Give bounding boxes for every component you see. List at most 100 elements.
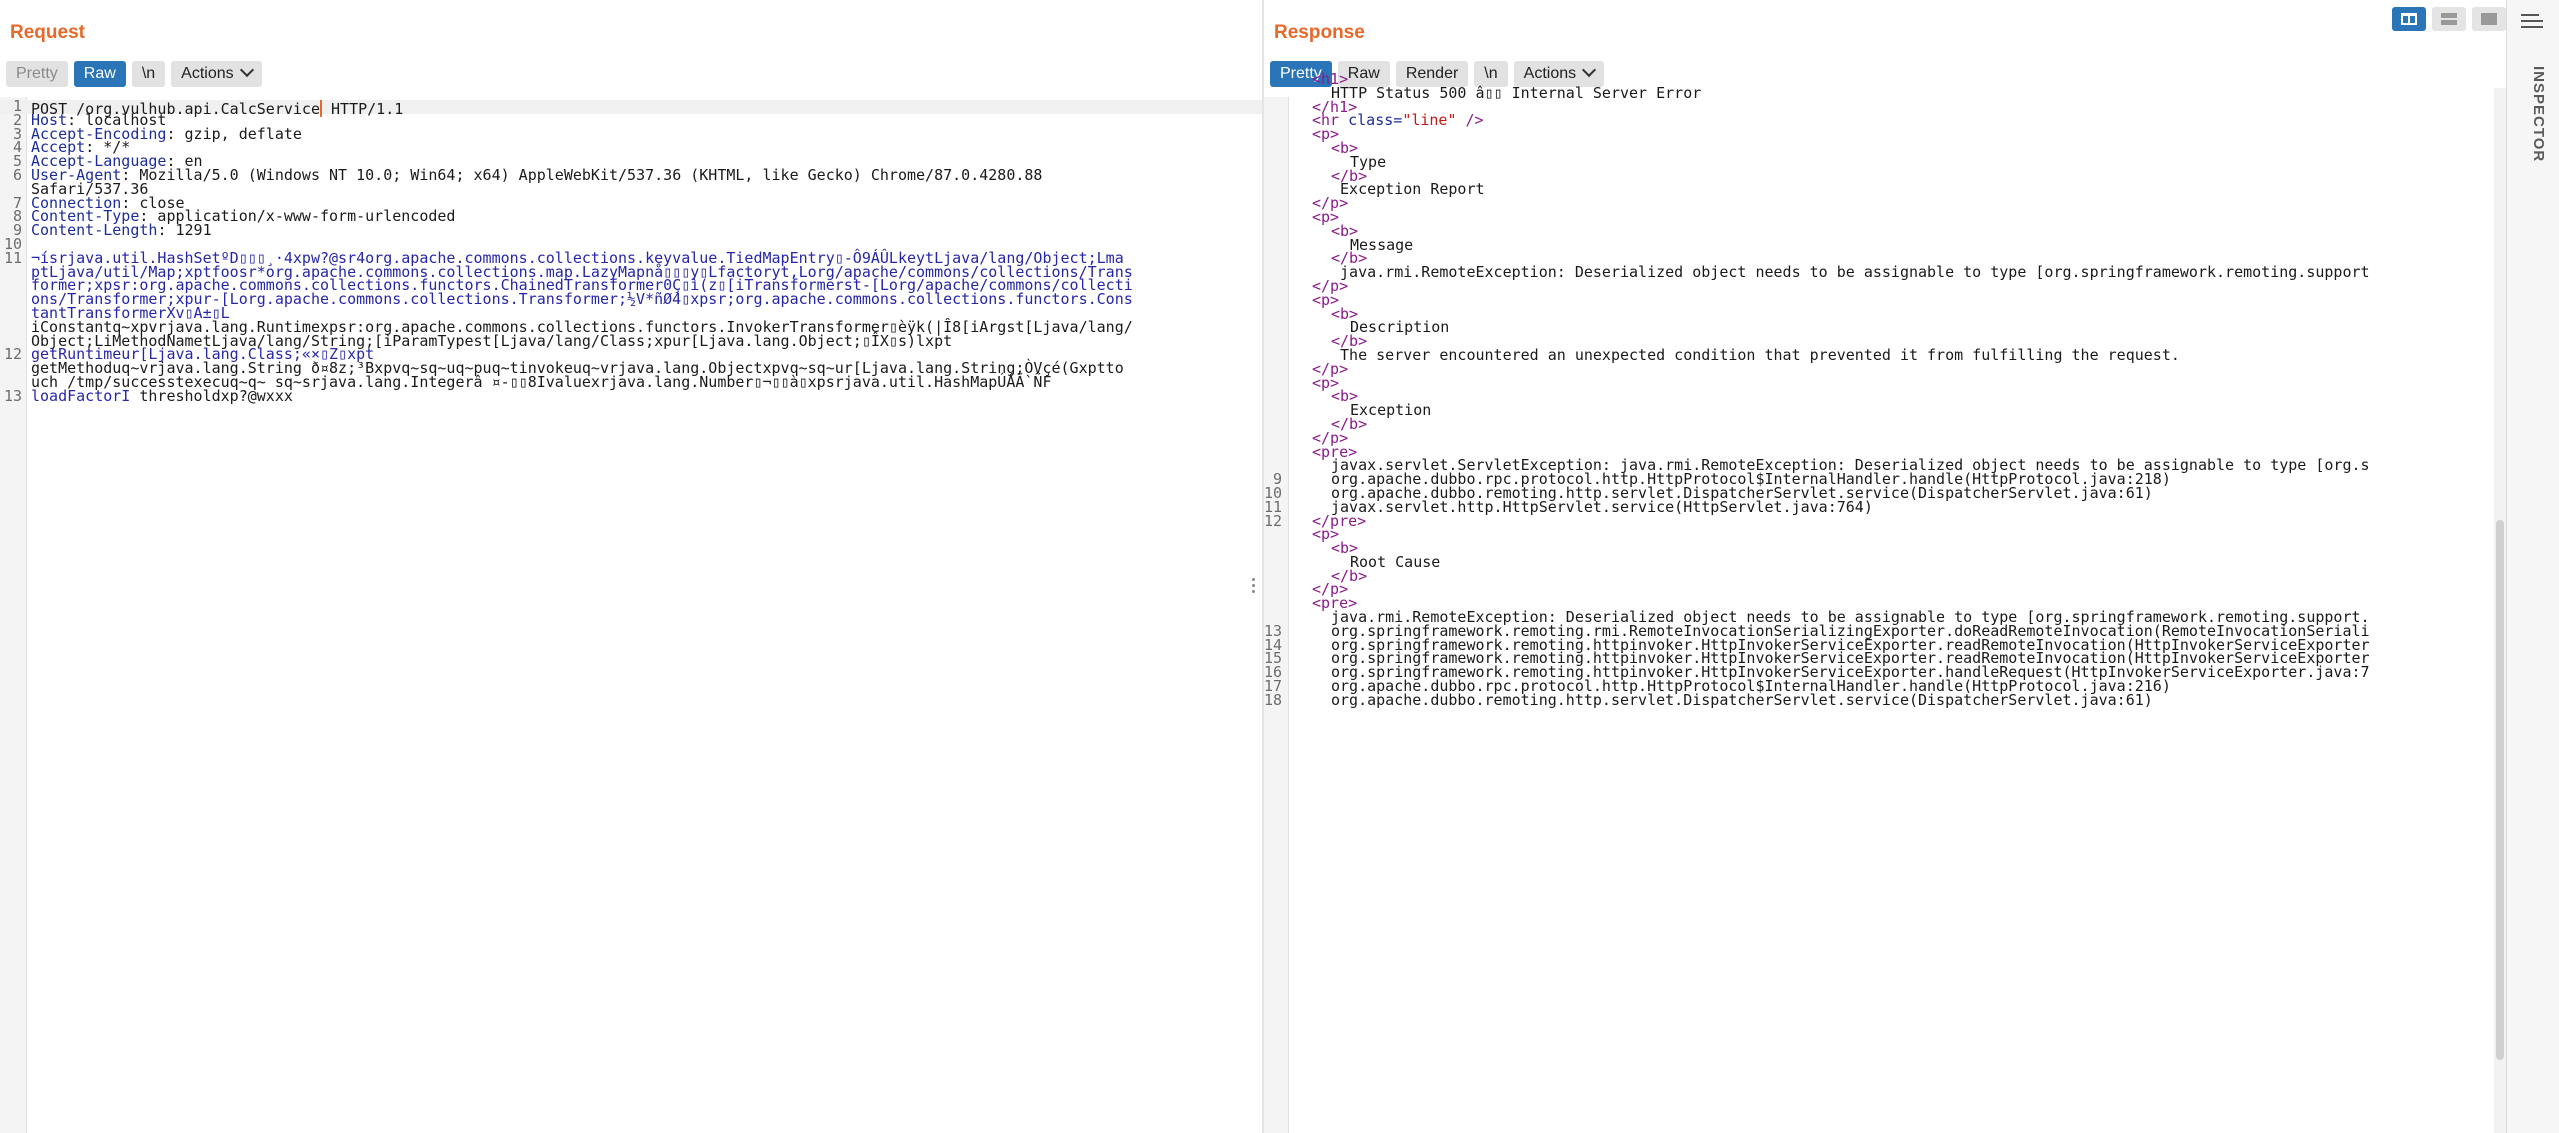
line-text: org.apache.dubbo.remoting.http.servlet.D… — [1292, 692, 2153, 708]
line-number — [1264, 252, 1292, 266]
line-number — [0, 362, 31, 376]
line-number — [1264, 556, 1292, 570]
line-text: User-Agent: Mozilla/5.0 (Windows NT 10.0… — [31, 165, 1043, 184]
code-token: HTTP/1.1 — [321, 100, 404, 118]
line-number — [1264, 597, 1292, 611]
response-lines: <h1> HTTP Status 500 â▯▯ Internal Server … — [1264, 72, 2506, 708]
line-number — [1264, 542, 1292, 556]
inspector-rail[interactable] — [2506, 0, 2559, 1133]
tabbed-layout-icon[interactable] — [2472, 7, 2506, 31]
response-line: The server encountered an unexpected con… — [1264, 345, 2506, 364]
line-number — [1264, 446, 1292, 460]
code-token: The server encountered an unexpected con… — [1331, 345, 2180, 364]
line-number: 12 — [1264, 511, 1283, 530]
line-number — [1264, 156, 1292, 170]
response-title: Response — [1274, 22, 1365, 43]
code-token: : Mozilla/5.0 (Windows NT 10.0; Win64; x… — [121, 165, 1043, 184]
request-line: 1 POST /org.vulhub.api.CalcService HTTP/1… — [0, 99, 1262, 117]
response-editor[interactable]: <h1> HTTP Status 500 â▯▯ Internal Server … — [1264, 72, 2506, 1133]
response-line: HTTP Status 500 â▯▯ Internal Server Erro… — [1264, 83, 2506, 102]
line-number — [1264, 570, 1292, 584]
response-line: Exception — [1264, 403, 2506, 418]
line-number — [1264, 418, 1292, 432]
response-line: <b> — [1264, 140, 2506, 156]
request-pane: Request Pretty Raw \n Actions 1 POST /org… — [0, 0, 1262, 1133]
line-number — [0, 279, 31, 293]
response-line: <p> — [1264, 209, 2506, 225]
line-text: <b> — [1292, 140, 1358, 156]
code-token: /> — [1456, 111, 1484, 130]
code-token: java.rmi.RemoteException: Deserialized o… — [1331, 263, 2370, 282]
response-line: 11 javax.servlet.http.HttpServlet.service… — [1264, 497, 2506, 516]
response-line: Type — [1264, 154, 2506, 170]
response-line: </p> — [1264, 361, 2506, 377]
request-newline-toggle[interactable]: \n — [131, 61, 166, 87]
request-editor[interactable]: 1 POST /org.vulhub.api.CalcService HTTP/1… — [0, 97, 1262, 1133]
line-number — [1264, 528, 1292, 542]
response-line: <b> — [1264, 389, 2506, 404]
line-number — [0, 266, 31, 280]
response-line: <hr class="line" /> — [1264, 111, 2506, 130]
response-line: </p> — [1264, 430, 2506, 446]
response-line: <p> — [1264, 127, 2506, 142]
line-number — [1264, 266, 1292, 280]
more-options-icon[interactable] — [1252, 578, 1256, 598]
response-line: java.rmi.RemoteException: Deserialized o… — [1264, 263, 2506, 282]
line-number — [1264, 142, 1292, 156]
line-number — [0, 321, 31, 335]
line-text: javax.servlet.http.HttpServlet.service(H… — [1292, 497, 1873, 516]
side-by-side-layout-icon[interactable] — [2392, 7, 2426, 31]
line-number — [1264, 87, 1292, 101]
line-text: <b> — [1292, 541, 1358, 556]
line-text: <b> — [1292, 306, 1358, 322]
code-token: : 1291 — [157, 221, 212, 240]
line-text: Content-Length: 1291 — [31, 221, 212, 240]
line-number — [1264, 404, 1292, 418]
response-line: <b> — [1264, 223, 2506, 239]
request-tab-pretty[interactable]: Pretty — [6, 61, 68, 87]
line-number — [1264, 170, 1292, 184]
response-line: Description — [1264, 320, 2506, 335]
request-tab-raw[interactable]: Raw — [73, 61, 126, 87]
inspector-label[interactable]: INSPECTOR — [2530, 66, 2547, 162]
response-pane: Response Pretty Raw Render \n Actions <h… — [1264, 0, 2506, 1133]
line-number — [1264, 321, 1292, 335]
request-line: 13 loadFactorI thresholdxp?@wxxx — [0, 386, 1262, 405]
chevron-down-icon — [239, 62, 254, 78]
line-text: Description — [1292, 320, 1449, 335]
scrollbar-thumb[interactable] — [2496, 520, 2504, 1060]
response-line: 12 </pre> — [1264, 511, 2506, 530]
response-line: </p> — [1264, 582, 2506, 597]
request-actions-menu[interactable]: Actions — [171, 61, 262, 87]
line-number — [1264, 114, 1292, 128]
line-number — [1264, 280, 1292, 294]
request-toolbar: Pretty Raw \n Actions — [6, 61, 262, 87]
response-line: </b> — [1264, 568, 2506, 584]
line-number — [1264, 390, 1292, 404]
response-line: Message — [1264, 237, 2506, 253]
hamburger-menu-icon[interactable] — [2521, 14, 2543, 32]
line-number — [1264, 73, 1292, 87]
response-scrollbar[interactable] — [2494, 88, 2506, 1133]
line-number — [1264, 101, 1292, 115]
request-actions-label: Actions — [181, 65, 234, 82]
request-line: 9 Content-Length: 1291 — [0, 221, 1262, 240]
layout-switcher — [2392, 7, 2506, 31]
response-line: </b> — [1264, 416, 2506, 432]
line-number: 13 — [3, 386, 22, 405]
response-line: <b> — [1264, 306, 2506, 322]
line-number — [1264, 239, 1292, 253]
code-token: Content-Length — [31, 221, 158, 240]
line-number — [1264, 197, 1292, 211]
line-number — [1264, 128, 1292, 142]
code-token: "line" — [1402, 111, 1457, 130]
line-number — [0, 307, 31, 321]
code-token: HTTP Status 500 â▯▯ Internal Server Erro… — [1331, 83, 1702, 102]
stacked-layout-icon[interactable] — [2432, 7, 2466, 31]
code-token: javax.servlet.http.HttpServlet.service(H… — [1331, 497, 1873, 516]
line-number — [1264, 377, 1292, 391]
request-line: 6 User-Agent: Mozilla/5.0 (Windows NT 10.… — [0, 165, 1262, 184]
line-number — [1264, 335, 1292, 349]
code-token: loadFactorI — [31, 386, 131, 405]
line-number — [1264, 225, 1292, 239]
